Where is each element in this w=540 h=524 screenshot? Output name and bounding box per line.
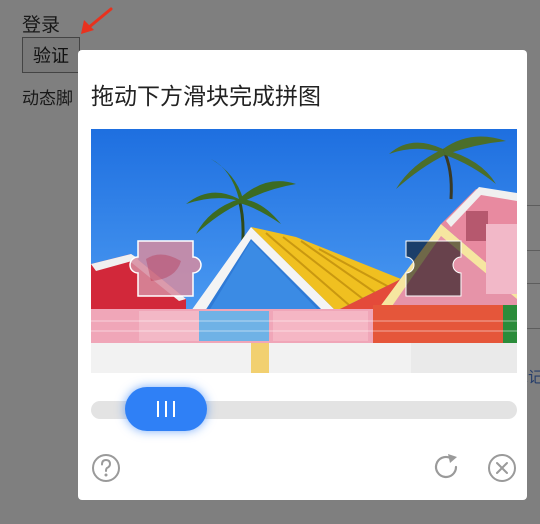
help-icon[interactable] xyxy=(91,453,121,483)
close-icon[interactable] xyxy=(487,453,517,483)
captcha-modal: 拖动下方滑块完成拼图 xyxy=(78,50,527,500)
slider-handle[interactable] xyxy=(125,387,207,431)
refresh-icon[interactable] xyxy=(430,451,462,483)
puzzle-image xyxy=(91,129,517,373)
annotation-arrow-icon xyxy=(81,7,113,34)
puzzle-target-slot xyxy=(405,240,462,297)
captcha-title: 拖动下方滑块完成拼图 xyxy=(91,84,321,110)
grip-icon xyxy=(157,401,175,417)
